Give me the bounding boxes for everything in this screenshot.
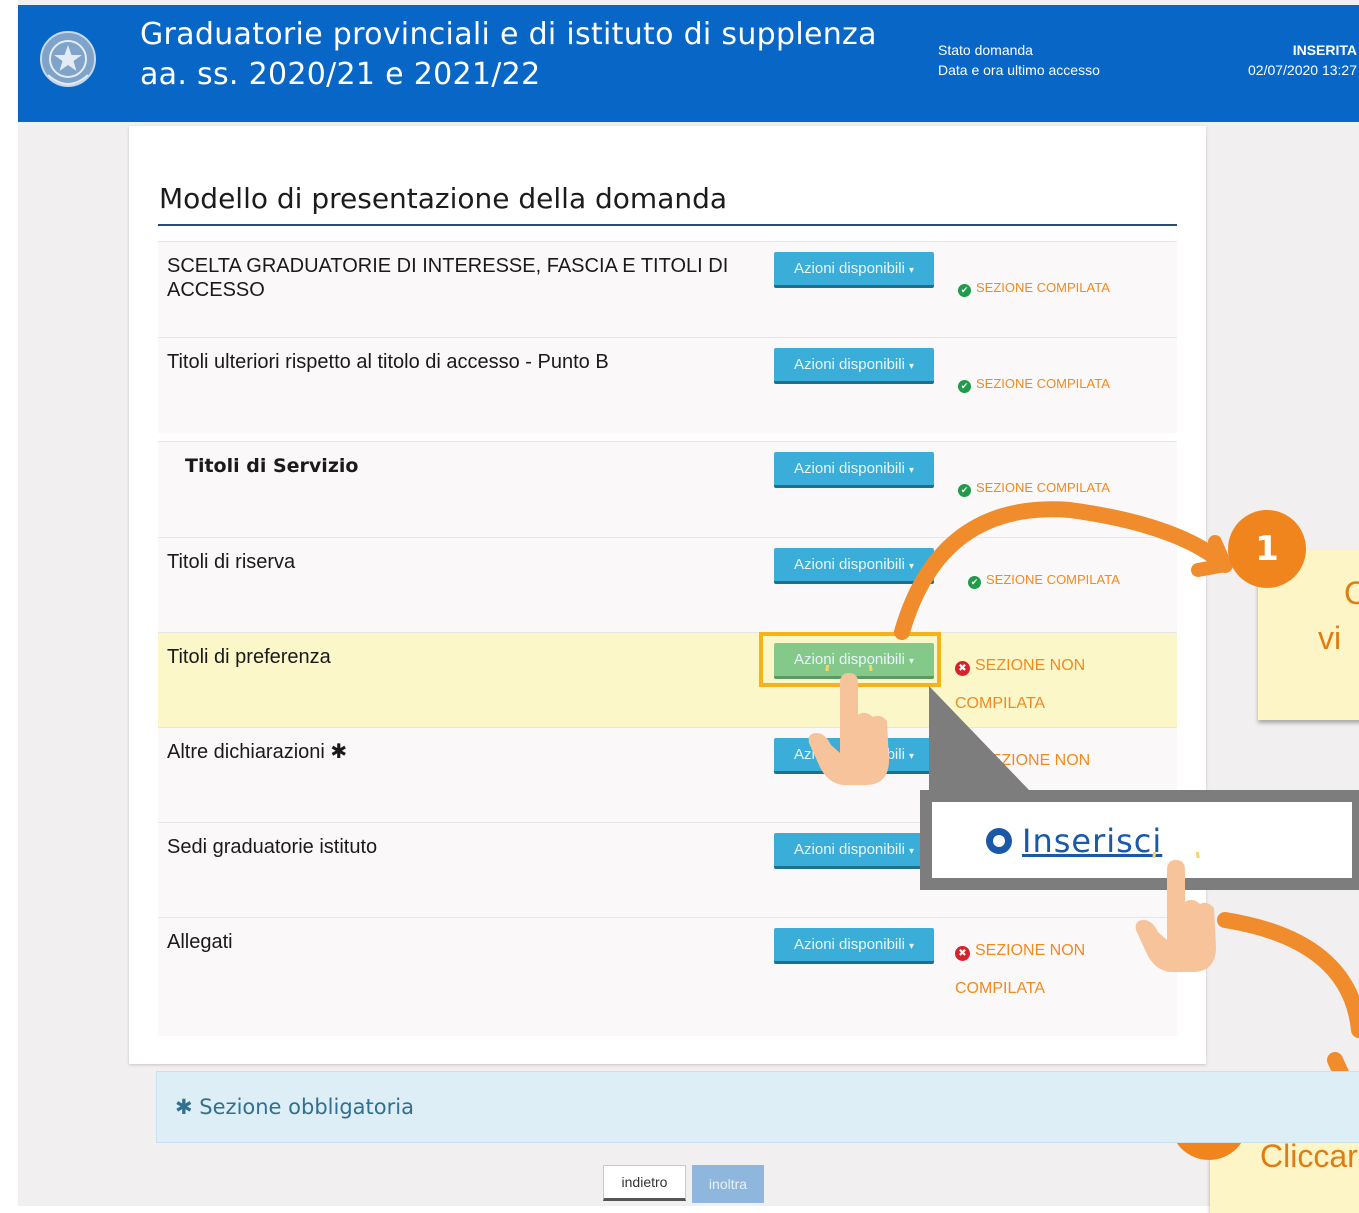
section-label: Allegati <box>167 931 233 953</box>
section-label: Sedi graduatorie istituto <box>167 836 378 858</box>
app-title-line2: aa. ss. 2020/21 e 2021/22 <box>140 57 541 92</box>
section-row: SCELTA GRADUATORIE DI INTERESSE, FASCIA … <box>158 241 1177 337</box>
section-label: Titoli di preferenza <box>167 646 331 668</box>
status-badge: ✔ SEZIONE COMPILATA <box>958 376 1110 393</box>
arrow-2-icon <box>1217 912 1359 1038</box>
stato-label: Stato domanda <box>938 42 1033 58</box>
status-badge: ✔ SEZIONE COMPILATA <box>958 280 1110 297</box>
required-note: ✱ Sezione obbligatoria <box>156 1071 1359 1143</box>
hand-pointer-icon <box>808 665 889 785</box>
app-title: Graduatorie provinciali e di istituto di… <box>140 15 877 95</box>
section-label: Titoli di Servizio <box>185 455 359 477</box>
check-icon: ✔ <box>958 380 971 393</box>
step-1-badge: 1 <box>1228 510 1306 588</box>
meta-values: INSERITA 02/07/2020 13:27 <box>1148 40 1357 80</box>
callout-1-text: C <box>1344 575 1359 611</box>
callout-2-text: Cliccar <box>1260 1138 1358 1174</box>
page-title: Modello di presentazione della domanda <box>159 182 728 215</box>
submit-button[interactable]: inoltra <box>692 1165 764 1203</box>
meta-labels: Stato domanda Data e ora ultimo accesso <box>938 40 1100 80</box>
required-note-text: ✱ Sezione obbligatoria <box>175 1095 414 1119</box>
stato-value: INSERITA <box>1292 42 1357 58</box>
required-asterisk-icon: ✱ <box>175 1095 193 1119</box>
required-asterisk-icon: ✱ <box>330 741 348 763</box>
title-divider <box>158 224 1177 226</box>
back-button[interactable]: indietro <box>603 1165 686 1201</box>
hand-pointer-icon <box>1135 852 1216 972</box>
republic-emblem-icon <box>40 31 96 87</box>
callout-1-text-2: vi <box>1318 620 1342 656</box>
section-label: Altre dichiarazioni ✱ <box>167 741 348 763</box>
section-label: Titoli ulteriori rispetto al titolo di a… <box>167 351 609 373</box>
app-title-line1: Graduatorie provinciali e di istituto di… <box>140 17 877 52</box>
section-label: Titoli di riserva <box>167 551 296 573</box>
accesso-value: 02/07/2020 13:27 <box>1248 62 1357 78</box>
plus-circle-icon <box>986 828 1012 854</box>
popup-connector <box>929 686 1029 790</box>
azioni-disponibili-button[interactable]: Azioni disponibili▾ <box>774 252 934 288</box>
arrow-1-icon <box>894 501 1233 640</box>
section-row: Titoli ulteriori rispetto al titolo di a… <box>158 337 1177 433</box>
accesso-label: Data e ora ultimo accesso <box>938 62 1100 78</box>
app-header: Graduatorie provinciali e di istituto di… <box>18 5 1359 122</box>
check-icon: ✔ <box>958 284 971 297</box>
section-label: SCELTA GRADUATORIE DI INTERESSE, FASCIA … <box>167 255 729 301</box>
azioni-disponibili-button[interactable]: Azioni disponibili▾ <box>774 348 934 384</box>
